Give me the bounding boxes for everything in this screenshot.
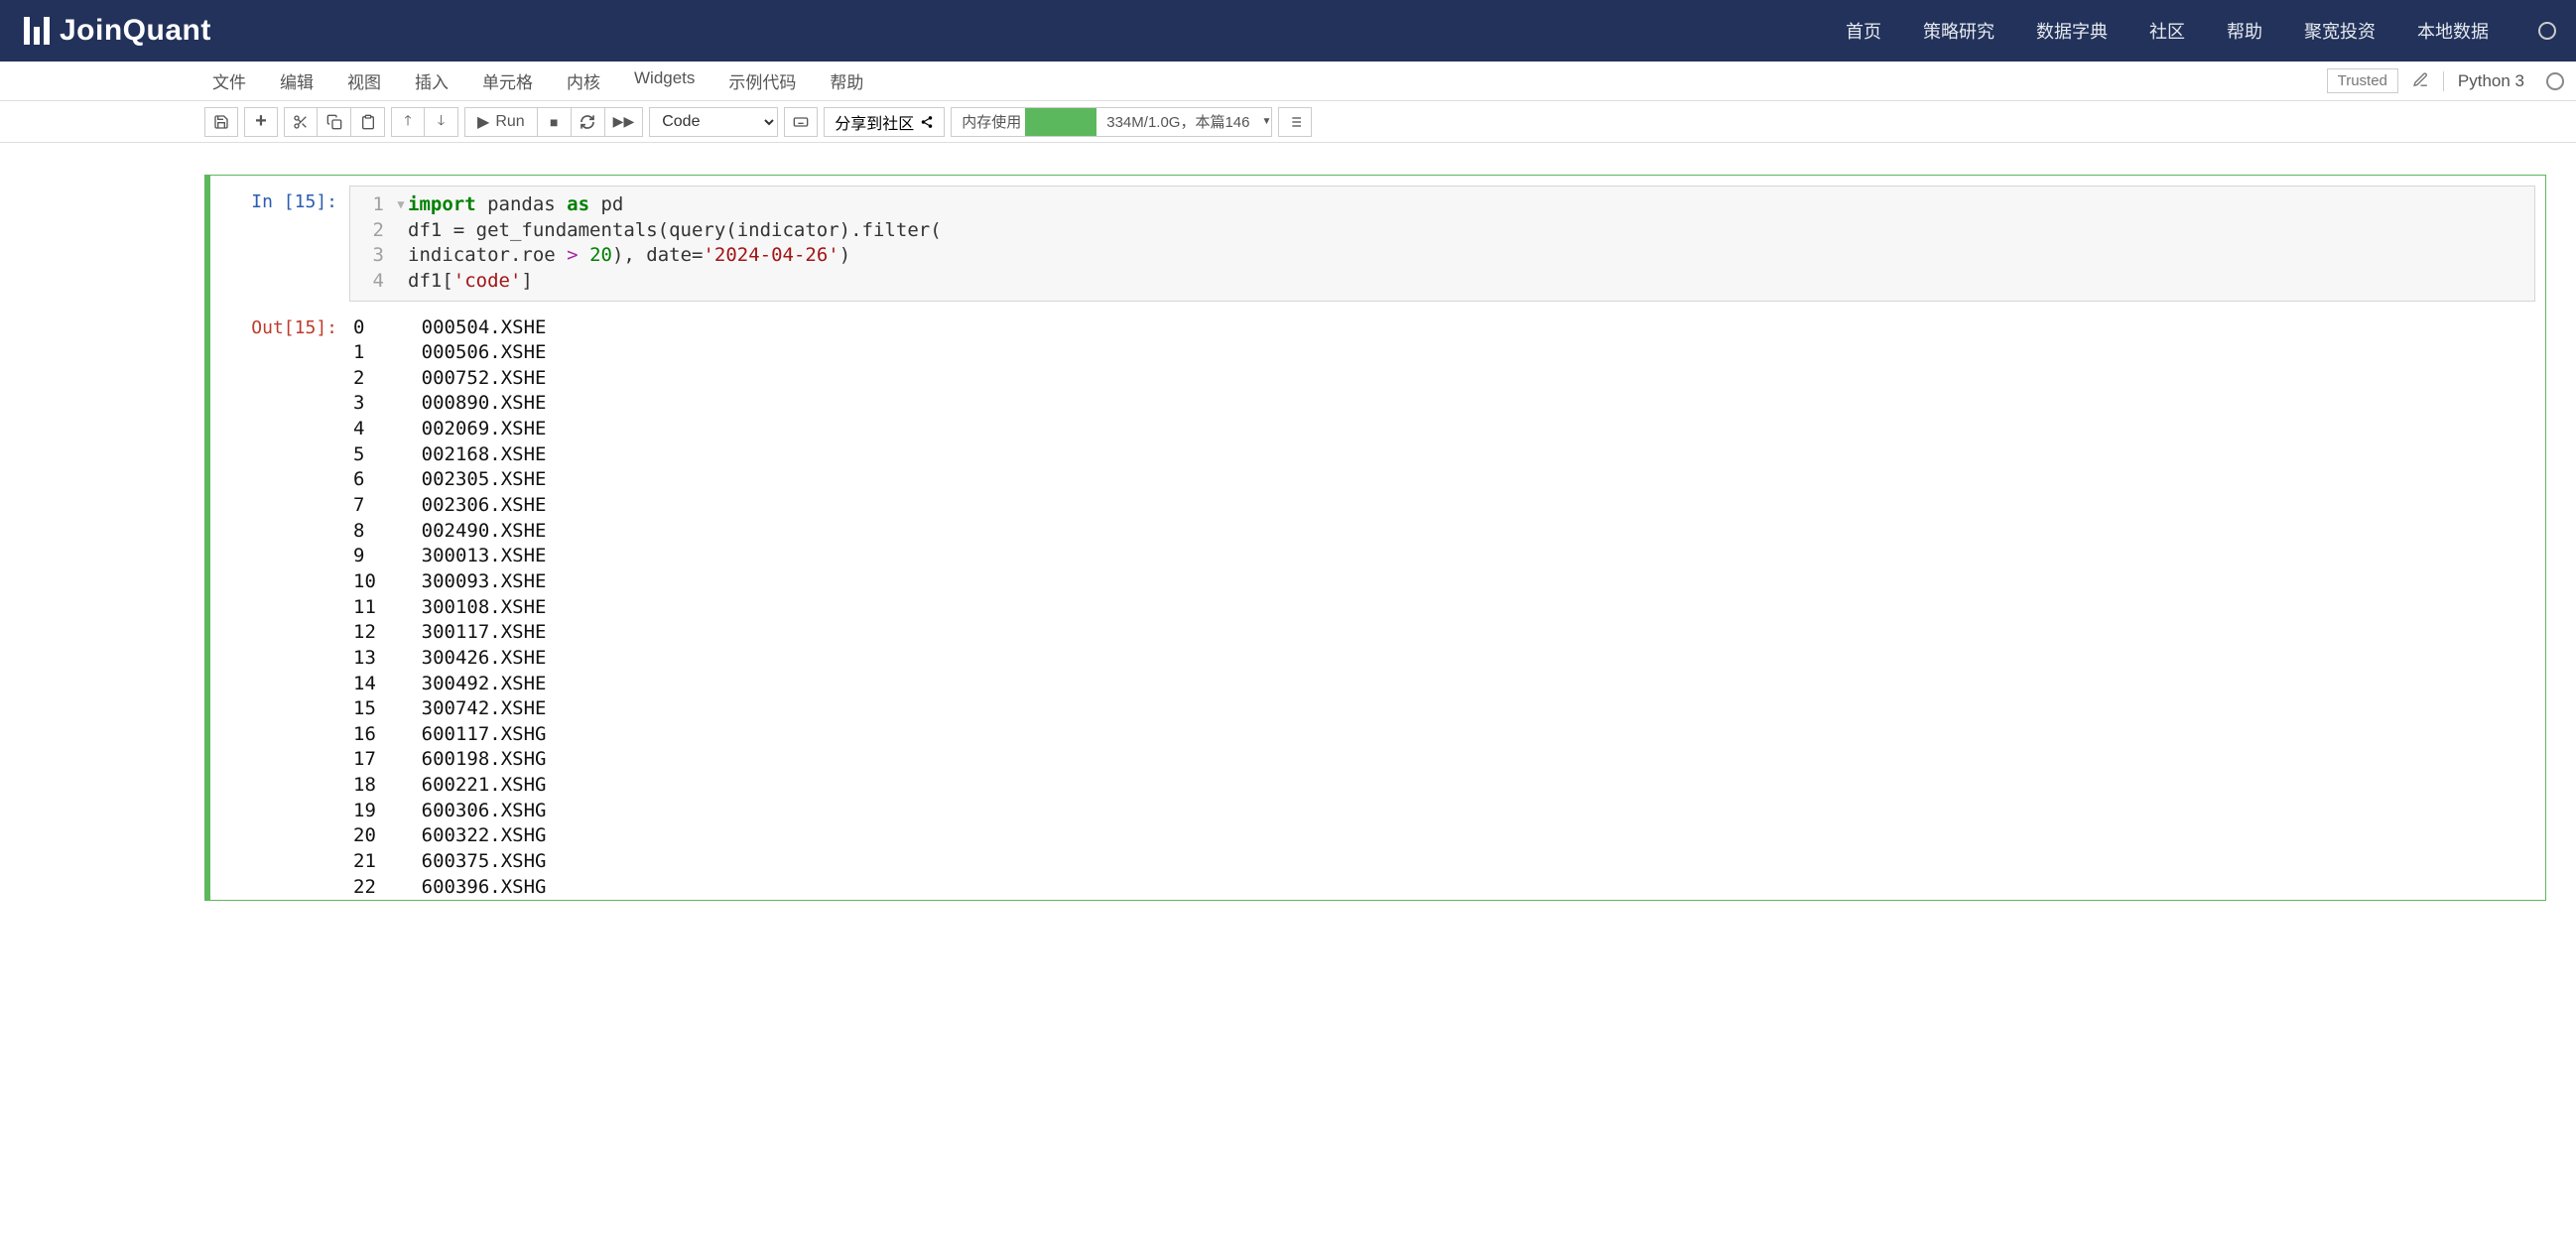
nav-strategy[interactable]: 策略研究	[1923, 18, 1995, 44]
move-up-button[interactable]: 🡑	[391, 107, 425, 137]
copy-button[interactable]	[318, 107, 351, 137]
pencil-icon[interactable]	[2412, 71, 2429, 91]
command-palette-button[interactable]	[784, 107, 818, 137]
menu-file[interactable]: 文件	[212, 68, 246, 93]
menubar: 文件 编辑 视图 插入 单元格 内核 Widgets 示例代码 帮助 Trust…	[0, 62, 2576, 101]
logo-icon	[24, 17, 50, 45]
trusted-indicator[interactable]: Trusted	[2327, 68, 2398, 93]
brand-name: JoinQuant	[60, 14, 211, 48]
topnav-links: 首页 策略研究 数据字典 社区 帮助 聚宽投资 本地数据	[1846, 18, 2556, 44]
interrupt-button[interactable]: ■	[538, 107, 572, 137]
menu-edit[interactable]: 编辑	[280, 68, 314, 93]
code-cell[interactable]: In [15]: 1▼import pandas as pd 2df1 = ge…	[204, 175, 2546, 901]
brand-logo[interactable]: JoinQuant	[24, 14, 211, 48]
run-button[interactable]: ▶ Run	[464, 107, 538, 137]
restart-button[interactable]	[572, 107, 605, 137]
nav-help[interactable]: 帮助	[2227, 18, 2262, 44]
menu-widgets[interactable]: Widgets	[634, 68, 695, 93]
kernel-name[interactable]: Python 3	[2443, 71, 2524, 91]
run-icon: ▶	[477, 112, 489, 132]
menu-kernel[interactable]: 内核	[567, 68, 600, 93]
code-editor[interactable]: 1▼import pandas as pd 2df1 = get_fundame…	[349, 186, 2535, 302]
status-circle-icon	[2538, 22, 2556, 40]
nav-community[interactable]: 社区	[2149, 18, 2185, 44]
top-navbar: JoinQuant 首页 策略研究 数据字典 社区 帮助 聚宽投资 本地数据	[0, 0, 2576, 62]
save-button[interactable]	[204, 107, 238, 137]
notebook-area: In [15]: 1▼import pandas as pd 2df1 = ge…	[0, 143, 2576, 1252]
input-prompt: In [15]:	[220, 186, 349, 302]
kernel-status-icon	[2546, 72, 2564, 90]
cut-button[interactable]	[284, 107, 318, 137]
memory-usage[interactable]: 内存使用 334M/1.0G，本篇146 ▼	[951, 107, 1272, 137]
menu-cell[interactable]: 单元格	[482, 68, 533, 93]
memory-label: 内存使用	[962, 111, 1021, 132]
run-label: Run	[495, 113, 524, 131]
menu-insert[interactable]: 插入	[415, 68, 449, 93]
nav-invest[interactable]: 聚宽投资	[2304, 18, 2376, 44]
caret-down-icon: ▼	[1262, 116, 1272, 127]
cell-type-select[interactable]: Code	[649, 107, 778, 137]
cell-output: 0 000504.XSHE 1 000506.XSHE 2 000752.XSH…	[349, 312, 2535, 901]
nav-data-dict[interactable]: 数据字典	[2036, 18, 2108, 44]
share-icon	[920, 115, 934, 129]
add-cell-button[interactable]: +	[244, 107, 278, 137]
share-label: 分享到社区	[835, 110, 914, 134]
output-prompt: Out[15]:	[220, 312, 349, 901]
menu-view[interactable]: 视图	[347, 68, 381, 93]
move-down-button[interactable]: 🡓	[425, 107, 458, 137]
menu-examples[interactable]: 示例代码	[728, 68, 796, 93]
memory-bar	[1025, 108, 1096, 136]
memory-text: 334M/1.0G，本篇146	[1100, 111, 1255, 132]
paste-button[interactable]	[351, 107, 385, 137]
restart-run-all-button[interactable]: ▶▶	[605, 107, 644, 137]
nav-home[interactable]: 首页	[1846, 18, 1881, 44]
toc-button[interactable]	[1278, 107, 1312, 137]
toolbar: + 🡑 🡓 ▶ Run ■ ▶▶ Code 分享到社区 内存使用 334M/1.0…	[0, 101, 2576, 143]
share-button[interactable]: 分享到社区	[824, 107, 945, 137]
nav-local-data[interactable]: 本地数据	[2417, 18, 2489, 44]
menu-help[interactable]: 帮助	[830, 68, 863, 93]
